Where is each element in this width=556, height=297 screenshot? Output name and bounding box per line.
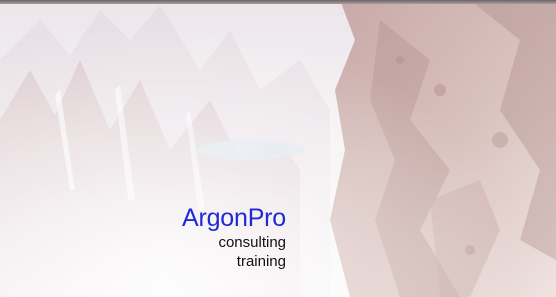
- brand-tagline-consulting: consulting: [218, 234, 286, 251]
- brand-tagline-training: training: [236, 253, 286, 270]
- hero-banner: ArgonPro consulting training: [0, 0, 556, 297]
- brand-name[interactable]: ArgonPro: [182, 203, 286, 233]
- brand-block: ArgonPro consulting training: [182, 203, 286, 271]
- top-edge-bar: [0, 0, 556, 4]
